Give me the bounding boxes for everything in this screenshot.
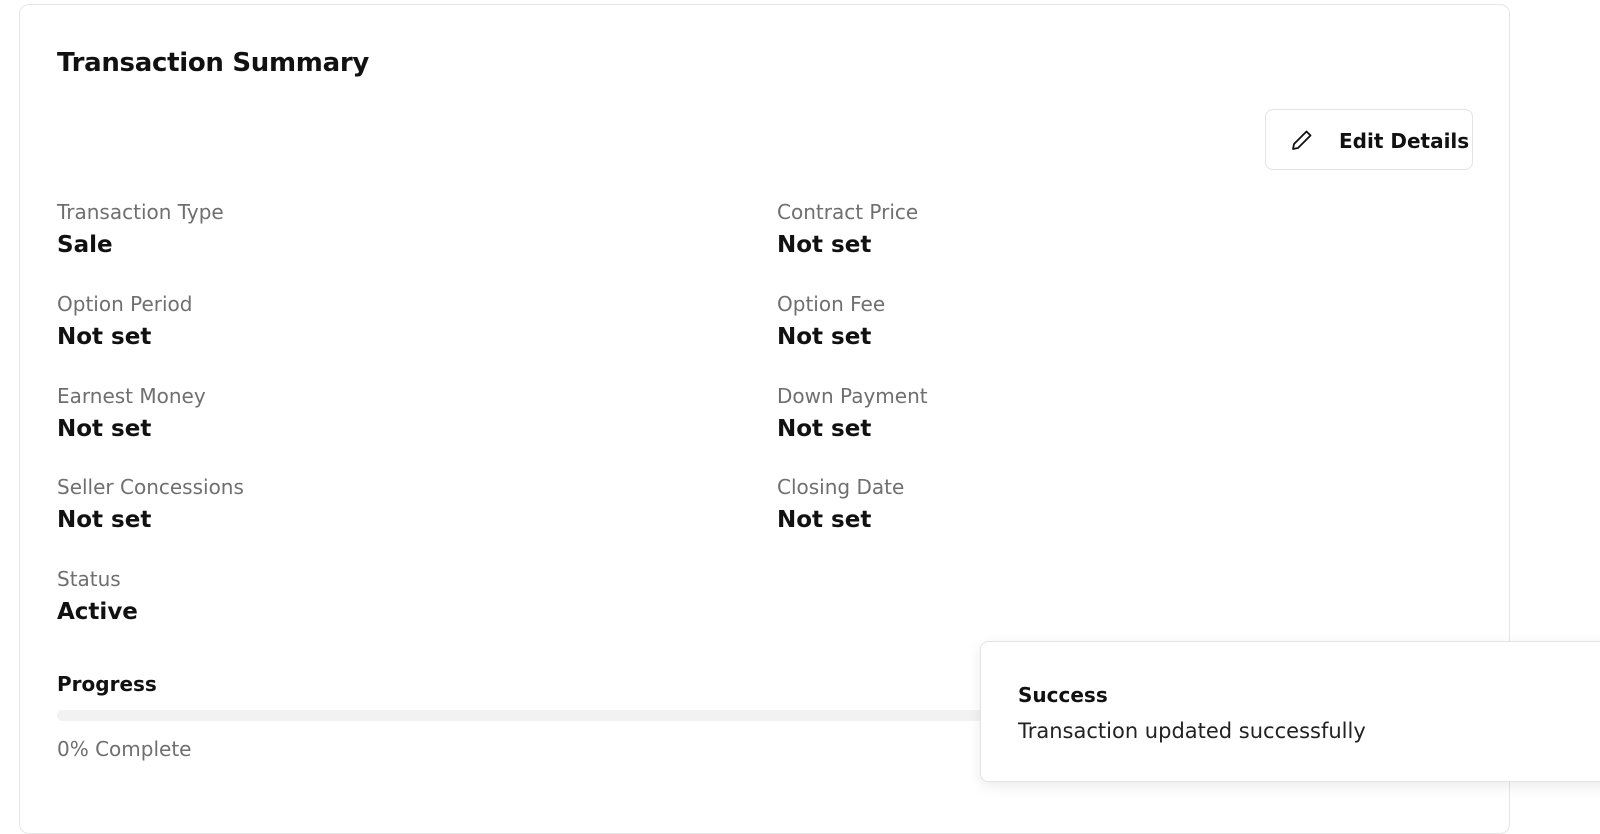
field-label: Closing Date (777, 475, 905, 499)
edit-details-button[interactable]: Edit Details (1265, 109, 1473, 170)
field-option-period: Option Period Not set (57, 291, 192, 352)
toast-message: Transaction updated successfully (1018, 719, 1366, 743)
card-title: Transaction Summary (57, 48, 369, 78)
field-label: Option Period (57, 292, 193, 316)
field-label: Seller Concessions (57, 475, 244, 499)
field-seller-concessions: Seller Concessions Not set (57, 474, 244, 535)
field-down-payment: Down Payment Not set (777, 383, 928, 444)
field-earnest-money: Earnest Money Not set (57, 383, 206, 444)
field-contract-price: Contract Price Not set (777, 199, 918, 260)
edit-details-label: Edit Details (1339, 129, 1470, 153)
field-label: Status (57, 567, 121, 591)
field-value: Active (57, 599, 138, 625)
field-option-fee: Option Fee Not set (777, 291, 885, 352)
pencil-icon (1290, 128, 1314, 152)
field-label: Earnest Money (57, 384, 206, 408)
field-label: Transaction Type (57, 200, 224, 224)
progress-percent-text: 0% Complete (57, 737, 192, 761)
field-closing-date: Closing Date Not set (777, 474, 904, 535)
success-toast[interactable]: Success Transaction updated successfully (980, 641, 1600, 782)
field-value: Not set (777, 507, 872, 533)
field-value: Not set (57, 416, 152, 442)
field-label: Option Fee (777, 292, 886, 316)
progress-title: Progress (57, 672, 157, 696)
field-value: Sale (57, 232, 113, 258)
field-value: Not set (57, 324, 152, 350)
field-value: Not set (777, 232, 872, 258)
field-value: Not set (777, 324, 872, 350)
field-value: Not set (57, 507, 152, 533)
field-transaction-type: Transaction Type Sale (57, 199, 224, 260)
field-label: Down Payment (777, 384, 928, 408)
field-label: Contract Price (777, 200, 919, 224)
field-status: Status Active (57, 566, 138, 627)
field-value: Not set (777, 416, 872, 442)
toast-title: Success (1018, 683, 1108, 707)
